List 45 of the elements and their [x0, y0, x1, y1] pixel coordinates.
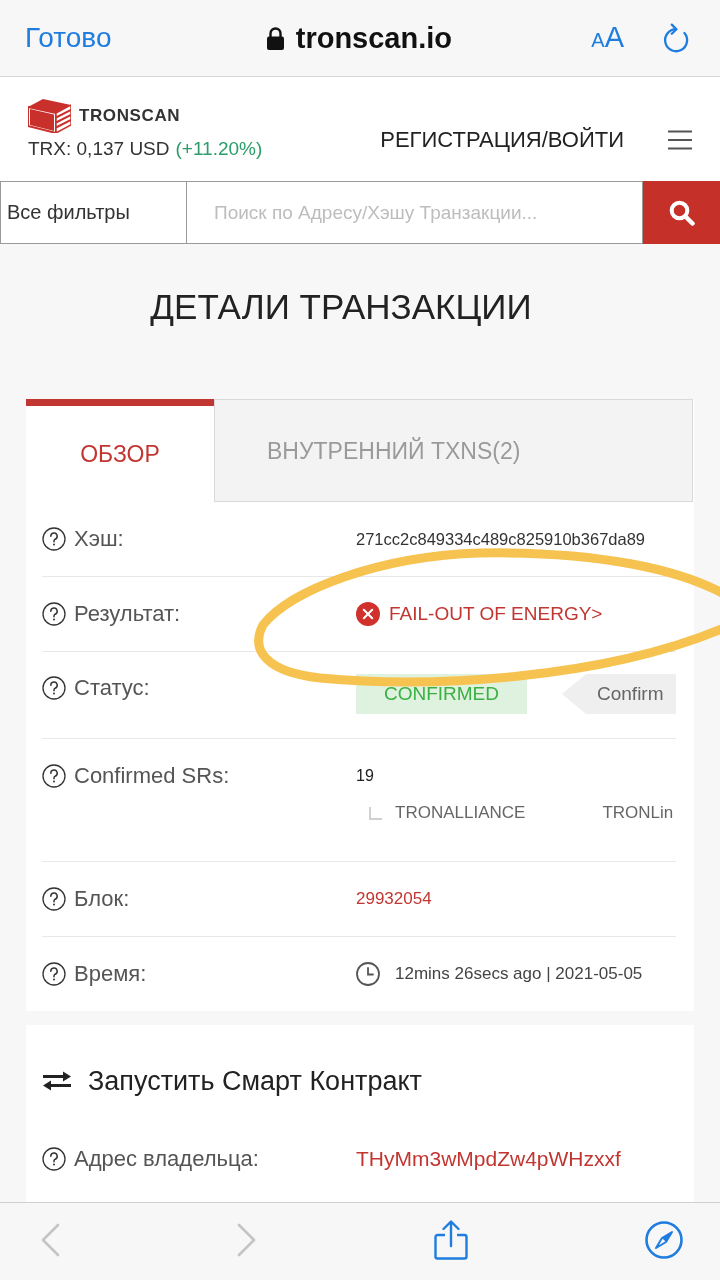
login-link[interactable]: РЕГИСТРАЦИЯ/ВОЙТИ: [380, 127, 624, 153]
text-size-button[interactable]: AA: [591, 19, 624, 57]
share-icon[interactable]: [434, 1219, 468, 1260]
result-value[interactable]: FAIL-OUT OF ENERGY>: [389, 601, 603, 627]
detail-label: Хэш:: [74, 526, 124, 552]
sr-name[interactable]: TRONLin: [602, 801, 674, 825]
question-mark-icon[interactable]: [42, 527, 66, 551]
swap-arrows-icon: [42, 1071, 72, 1091]
search-icon: [668, 199, 695, 226]
price-label: TRX: 0,137 USD: [28, 137, 170, 161]
filter-select[interactable]: Все фильтры: [0, 181, 187, 244]
detail-label: Блок:: [74, 886, 130, 912]
price-change: (+11.20%): [175, 137, 263, 161]
question-mark-icon[interactable]: [42, 764, 66, 788]
clock-icon: [356, 962, 380, 986]
link-value[interactable]: 29932054: [356, 886, 676, 912]
refresh-icon[interactable]: [662, 22, 690, 54]
compass-icon[interactable]: [645, 1220, 683, 1259]
link-value[interactable]: THyMm3wMpdZw4pWHzxxf: [356, 1146, 676, 1172]
done-button[interactable]: Готово: [25, 21, 112, 55]
section-title: Запустить Смарт Контракт: [88, 1065, 422, 1097]
question-mark-icon[interactable]: [42, 887, 66, 911]
confirmation-tag: Confirm: [562, 674, 676, 714]
logo-text[interactable]: TRONSCAN: [79, 106, 181, 126]
detail-label: Время:: [74, 961, 147, 987]
question-mark-icon[interactable]: [42, 962, 66, 986]
cube-logo-icon[interactable]: [28, 99, 71, 133]
question-mark-icon[interactable]: [42, 1147, 66, 1171]
sr-count: 19: [356, 766, 375, 786]
search-field[interactable]: Поиск по Адресу/Хэшу Транзакции...: [187, 181, 643, 244]
question-mark-icon[interactable]: [42, 602, 66, 626]
menu-icon[interactable]: [668, 130, 692, 150]
detail-label: Confirmed SRs:: [74, 763, 230, 789]
sr-name[interactable]: TRONALLIANCE: [395, 801, 526, 825]
time-value: 12mins 26secs ago | 2021-05-05: [395, 963, 643, 985]
corner-icon: [369, 806, 382, 820]
detail-label: Результат:: [74, 601, 181, 627]
detail-label: Статус:: [74, 675, 150, 701]
page-title: ДЕТАЛИ ТРАНЗАКЦИИ: [149, 286, 533, 328]
lock-icon: [266, 26, 284, 50]
detail-label: Адрес владельца:: [74, 1146, 259, 1172]
site-address[interactable]: tronscan.io: [295, 21, 453, 55]
search-button[interactable]: [643, 181, 720, 244]
hash-value: 271cc2c849334c489c825910b367da89: [356, 529, 647, 550]
question-mark-icon[interactable]: [42, 676, 66, 700]
